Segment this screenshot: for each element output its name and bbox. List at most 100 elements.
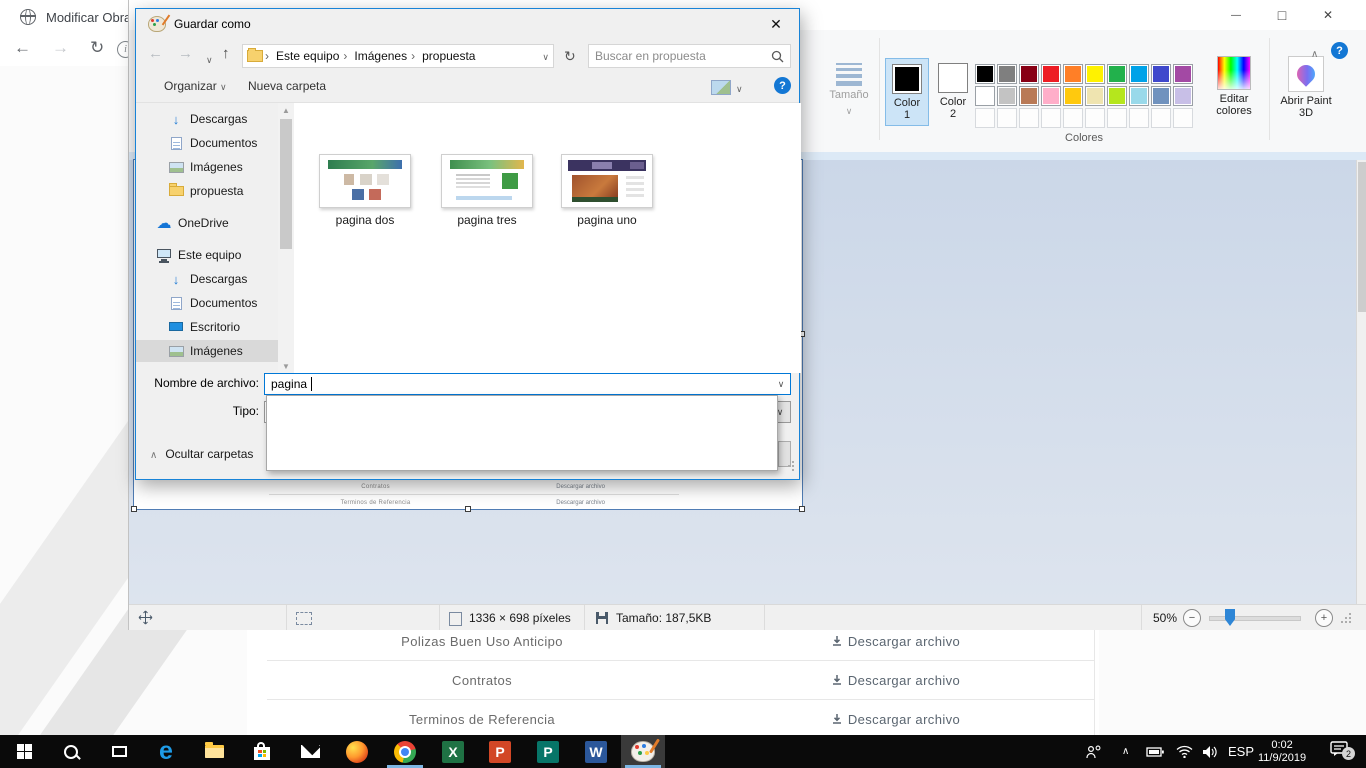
people-button[interactable]: [1086, 735, 1103, 768]
taskbar-paint[interactable]: [621, 735, 665, 768]
palette-color-swatch[interactable]: [1019, 86, 1039, 106]
scroll-down-icon[interactable]: ▼: [278, 359, 294, 373]
sidebar-item-onedrive[interactable]: OneDrive: [136, 212, 294, 234]
file-item[interactable]: pagina uno: [561, 154, 653, 227]
start-button[interactable]: [2, 735, 46, 768]
sidebar-item-descargas[interactable]: Descargas: [136, 108, 294, 130]
palette-color-swatch[interactable]: [997, 86, 1017, 106]
browser-back-icon[interactable]: ←: [14, 38, 31, 58]
palette-empty-cell[interactable]: [1107, 108, 1127, 128]
taskbar-excel[interactable]: [431, 735, 475, 768]
palette-color-swatch[interactable]: [1151, 64, 1171, 84]
language-indicator[interactable]: ESP: [1228, 735, 1254, 768]
canvas-resize-handle-bottom[interactable]: [465, 506, 471, 512]
breadcrumb-segment[interactable]: Imágenes: [343, 49, 407, 63]
taskbar-search-button[interactable]: [49, 735, 93, 768]
size-button[interactable]: Tamaño: [825, 56, 873, 128]
palette-color-swatch[interactable]: [1107, 86, 1127, 106]
palette-color-swatch[interactable]: [997, 64, 1017, 84]
taskbar-word[interactable]: [574, 735, 618, 768]
browser-tab[interactable]: Modificar Obra/: [20, 9, 135, 25]
palette-empty-cell[interactable]: [1019, 108, 1039, 128]
zoom-in-button[interactable]: +: [1315, 609, 1333, 627]
palette-color-swatch[interactable]: [1129, 64, 1149, 84]
nav-history-dropdown-icon[interactable]: [206, 50, 213, 68]
palette-empty-cell[interactable]: [1151, 108, 1171, 128]
palette-empty-cell[interactable]: [1085, 108, 1105, 128]
palette-color-swatch[interactable]: [1041, 64, 1061, 84]
nav-up-icon[interactable]: ↑: [222, 45, 230, 62]
palette-color-swatch[interactable]: [1107, 64, 1127, 84]
tray-expand-icon[interactable]: [1122, 735, 1129, 768]
collapse-ribbon-icon[interactable]: [1311, 44, 1318, 62]
filename-input[interactable]: pagina: [264, 373, 791, 395]
edit-colors-button[interactable]: Editar colores: [1207, 56, 1261, 117]
dialog-resize-grip[interactable]: [784, 461, 794, 471]
battery-indicator[interactable]: [1146, 735, 1164, 768]
color2-button[interactable]: Color 2: [933, 58, 973, 126]
taskbar-file-explorer[interactable]: [192, 735, 236, 768]
taskbar-firefox[interactable]: [335, 735, 379, 768]
address-bar[interactable]: Este equipo Imágenes propuesta: [242, 44, 554, 68]
palette-color-swatch[interactable]: [1129, 86, 1149, 106]
volume-indicator[interactable]: [1202, 735, 1219, 768]
canvas-resize-handle-bottom-left[interactable]: [131, 506, 137, 512]
palette-empty-cell[interactable]: [1173, 108, 1193, 128]
minimize-button[interactable]: [1221, 4, 1251, 26]
taskbar-publisher[interactable]: [526, 735, 570, 768]
sidebar-item-propuesta[interactable]: propuesta: [136, 180, 294, 202]
download-link[interactable]: Descargar archivo: [697, 712, 1094, 727]
sidebar-item-documentos-2[interactable]: Documentos: [136, 292, 294, 314]
zoom-slider-track[interactable]: [1209, 616, 1301, 621]
scroll-up-icon[interactable]: ▲: [278, 103, 294, 117]
palette-empty-cell[interactable]: [975, 108, 995, 128]
task-view-button[interactable]: [97, 735, 141, 768]
download-link[interactable]: Descargar archivo: [697, 634, 1094, 649]
canvas-resize-handle-corner[interactable]: [799, 506, 805, 512]
palette-color-swatch[interactable]: [975, 86, 995, 106]
taskbar-store[interactable]: [240, 735, 284, 768]
palette-color-swatch[interactable]: [1063, 86, 1083, 106]
palette-color-swatch[interactable]: [1173, 64, 1193, 84]
palette-empty-cell[interactable]: [1063, 108, 1083, 128]
nav-forward-icon[interactable]: →: [178, 45, 193, 62]
sidebar-item-este-equipo[interactable]: Este equipo: [136, 244, 294, 266]
view-mode-button[interactable]: [711, 80, 743, 95]
filename-suggestions-dropdown[interactable]: [266, 395, 778, 471]
sidebar-item-imagenes-2[interactable]: Imágenes: [136, 340, 294, 362]
palette-empty-cell[interactable]: [1129, 108, 1149, 128]
window-resize-grip[interactable]: [1341, 613, 1353, 625]
taskbar-mail[interactable]: [288, 735, 332, 768]
dialog-help-icon[interactable]: [774, 77, 791, 94]
close-button[interactable]: [1313, 4, 1343, 26]
zoom-out-button[interactable]: −: [1183, 609, 1201, 627]
palette-color-swatch[interactable]: [1063, 64, 1083, 84]
refresh-icon[interactable]: ↻: [564, 48, 576, 65]
browser-reload-icon[interactable]: ↻: [90, 38, 104, 58]
hide-folders-button[interactable]: Ocultar carpetas: [150, 447, 253, 461]
action-center-button[interactable]: 2: [1330, 735, 1349, 768]
palette-color-swatch[interactable]: [1085, 86, 1105, 106]
breadcrumb-segment[interactable]: Este equipo: [265, 49, 339, 63]
sidebar-item-documentos[interactable]: Documentos: [136, 132, 294, 154]
workspace-scrollbar[interactable]: [1356, 160, 1366, 604]
taskbar-edge[interactable]: [144, 735, 188, 768]
organize-button[interactable]: Organizar: [164, 79, 227, 93]
file-item[interactable]: pagina tres: [441, 154, 533, 227]
palette-color-swatch[interactable]: [1151, 86, 1171, 106]
color1-button[interactable]: Color 1: [885, 58, 929, 126]
paint-help-icon[interactable]: [1331, 42, 1348, 59]
open-paint3d-button[interactable]: Abrir Paint 3D: [1277, 56, 1335, 119]
sidebar-scrollbar[interactable]: ▲ ▼: [278, 103, 294, 373]
palette-color-swatch[interactable]: [1041, 86, 1061, 106]
browser-forward-icon[interactable]: →: [52, 38, 69, 58]
file-item[interactable]: pagina dos: [319, 154, 411, 227]
maximize-button[interactable]: [1267, 4, 1297, 26]
palette-empty-cell[interactable]: [1041, 108, 1061, 128]
sidebar-item-imagenes[interactable]: Imágenes: [136, 156, 294, 178]
nav-back-icon[interactable]: ←: [148, 45, 163, 62]
palette-color-swatch[interactable]: [1173, 86, 1193, 106]
dialog-close-icon[interactable]: [761, 14, 791, 34]
palette-color-swatch[interactable]: [1019, 64, 1039, 84]
breadcrumb-segment[interactable]: propuesta: [411, 49, 475, 63]
